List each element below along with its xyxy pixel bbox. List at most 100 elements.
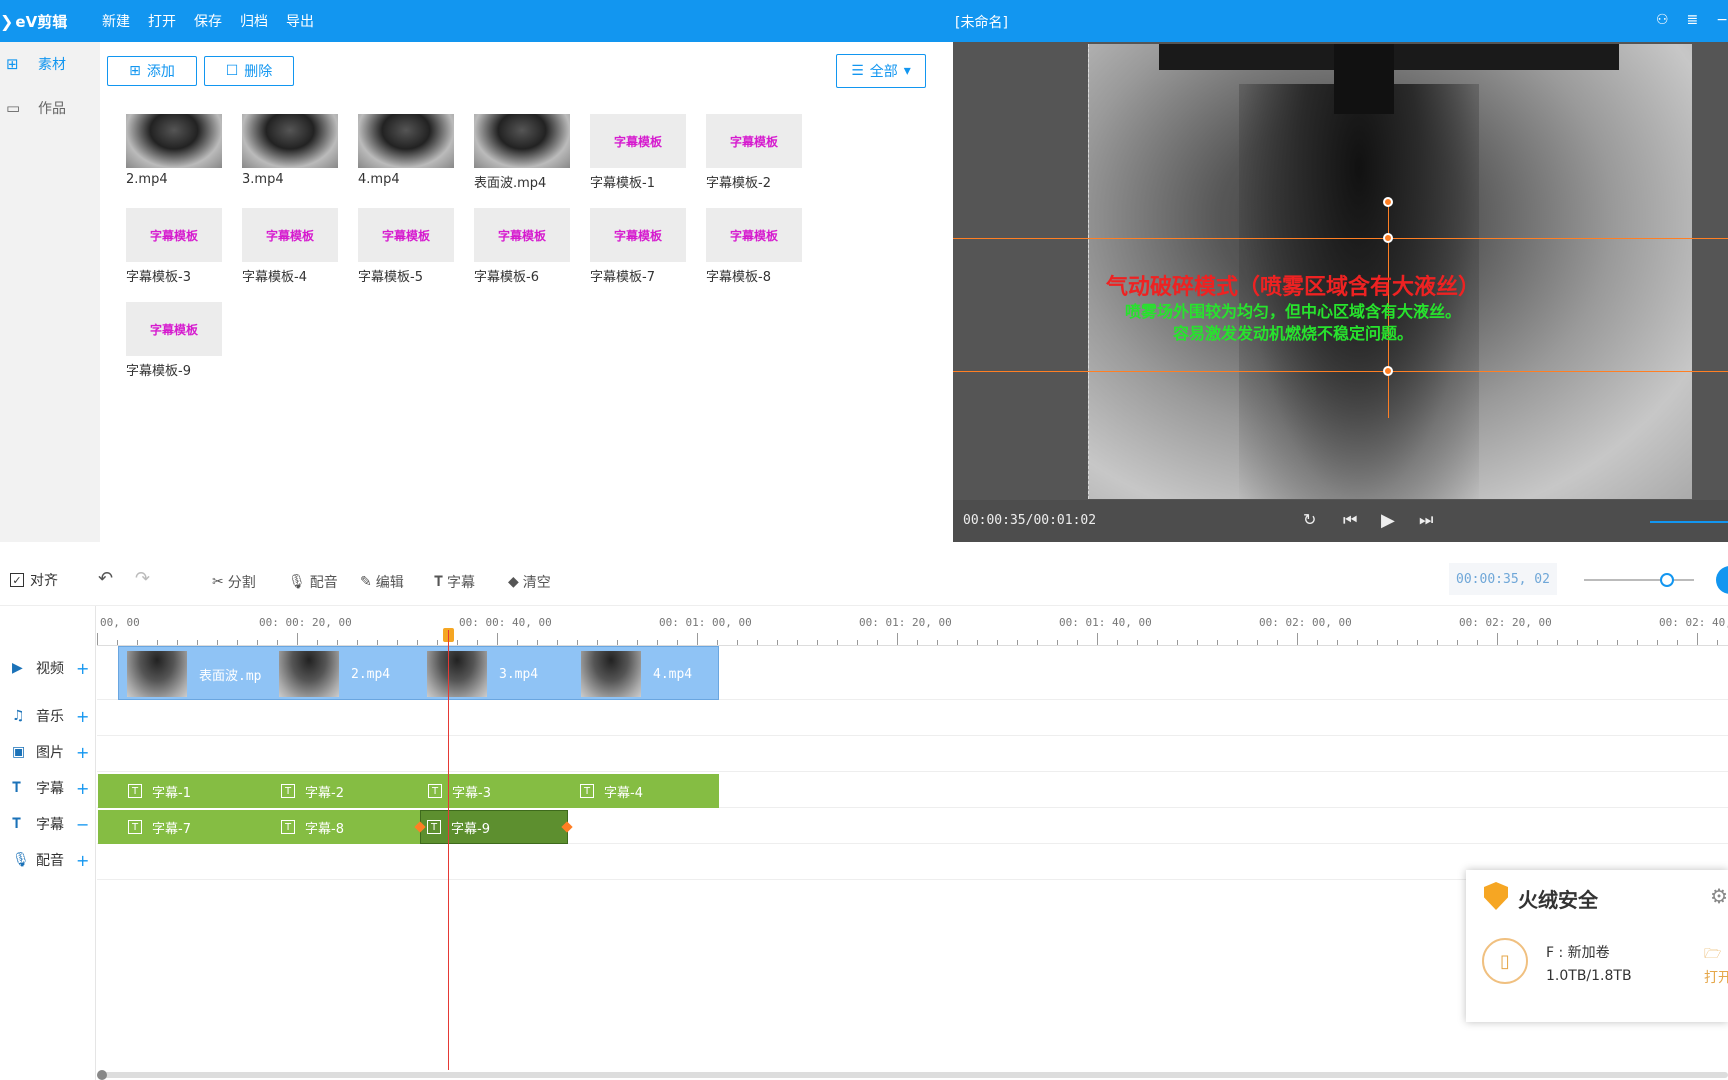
ruler-tick <box>937 640 938 645</box>
menu-archive[interactable]: 归档 <box>240 11 268 31</box>
media-item[interactable]: 字幕模板 字幕模板-1 <box>590 114 686 191</box>
align-checkbox[interactable]: ✓ 对齐 <box>10 570 58 590</box>
delete-label: 删除 <box>244 64 273 80</box>
ruler-tick <box>537 640 538 645</box>
media-item[interactable]: 3.mp4 <box>242 114 338 187</box>
media-item[interactable]: 字幕模板 字幕模板-6 <box>474 208 570 285</box>
remove-track-button[interactable]: − <box>76 815 89 834</box>
video-clip[interactable]: 3.mp4 <box>427 651 538 697</box>
ruler-tick <box>1337 640 1338 645</box>
media-item[interactable]: 字幕模板 字幕模板-7 <box>590 208 686 285</box>
subtitle-clip[interactable]: T 字幕-1 <box>128 774 191 808</box>
media-item[interactable]: 2.mp4 <box>126 114 222 187</box>
dropdown-icon[interactable]: ≣ <box>1687 12 1699 28</box>
minimize-icon[interactable]: − <box>1716 12 1728 28</box>
subtitle-clip[interactable]: T 字幕-8 <box>281 810 344 844</box>
checkbox-icon: ✓ <box>10 573 24 587</box>
media-item[interactable]: 字幕模板 字幕模板-5 <box>358 208 454 285</box>
filter-label: 全部 <box>869 64 898 80</box>
eraser-icon: ◆ <box>508 574 519 590</box>
video-preview: 气动破碎模式（喷雾区域含有大液丝） 喷雾场外围较为均匀，但中心区域含有大液丝。 … <box>953 42 1728 542</box>
sidebar-item-works[interactable]: ▭ 作品 <box>0 86 100 130</box>
add-track-button[interactable]: + <box>76 743 89 762</box>
ruler-tick <box>1557 640 1558 645</box>
menu-save[interactable]: 保存 <box>194 11 222 31</box>
add-track-button[interactable]: + <box>76 851 89 870</box>
clip-name: 字幕-3 <box>452 785 491 801</box>
text-icon: T <box>281 784 295 798</box>
clip-name: 3.mp4 <box>499 666 539 682</box>
track-header-subtitle-2: 𝐓 字幕 − <box>0 806 96 842</box>
user-icon[interactable]: ⚇ <box>1656 12 1669 28</box>
play-icon[interactable]: ▶ <box>1381 510 1395 531</box>
time-ruler[interactable]: 00, 00 00: 00: 20, 00 00: 00: 40, 00 00:… <box>97 606 1728 646</box>
add-track-button[interactable]: + <box>76 779 89 798</box>
video-thumbnail <box>474 114 570 168</box>
loop-icon[interactable]: ↻ <box>1303 510 1316 529</box>
text-icon: 𝐓 <box>434 574 444 590</box>
zoom-slider-knob[interactable] <box>1660 573 1674 587</box>
template-thumbnail: 字幕模板 <box>706 208 802 262</box>
menu-open[interactable]: 打开 <box>148 11 176 31</box>
ruler-tick <box>177 640 178 645</box>
next-icon[interactable]: ⏭ <box>1419 510 1433 530</box>
volume-slider[interactable] <box>1650 521 1728 523</box>
media-item[interactable]: 字幕模板 字幕模板-4 <box>242 208 338 285</box>
ruler-tick <box>397 640 398 645</box>
subtitle-clip[interactable]: T 字幕-2 <box>281 774 344 808</box>
video-clip[interactable]: 4.mp4 <box>581 651 692 697</box>
ruler-tick <box>957 640 958 645</box>
notification-title: 火绒安全 <box>1518 888 1598 912</box>
caption-box[interactable]: 气动破碎模式（喷雾区域含有大液丝） 喷雾场外围较为均匀，但中心区域含有大液丝。 … <box>1038 257 1548 379</box>
media-item[interactable]: 字幕模板 字幕模板-3 <box>126 208 222 285</box>
gear-icon[interactable]: ⚙ <box>1710 884 1728 908</box>
scrollbar-knob[interactable] <box>97 1070 107 1080</box>
split-button[interactable]: ✂ 分割 <box>212 572 256 592</box>
zoom-slider[interactable] <box>1584 579 1694 581</box>
ruler-tick <box>317 640 318 645</box>
subtitle-clip[interactable]: T 字幕-3 <box>428 774 491 808</box>
resize-handle-top[interactable] <box>1383 233 1393 243</box>
ruler-tick <box>477 640 478 645</box>
subtitle-clip[interactable]: T 字幕-7 <box>128 810 191 844</box>
image-track <box>97 736 1728 772</box>
delete-button[interactable]: ☐ 删除 <box>204 56 294 86</box>
usb-drive-icon: ▯ <box>1482 938 1528 984</box>
media-item[interactable]: 表面波.mp4 <box>474 114 570 191</box>
subtitle-clip[interactable]: T 字幕-4 <box>580 774 643 808</box>
video-thumbnail <box>358 114 454 168</box>
menu-export[interactable]: 导出 <box>286 11 314 31</box>
timeline-scrollbar[interactable] <box>97 1070 1728 1080</box>
edit-button[interactable]: ✎ 编辑 <box>360 572 404 592</box>
subtitle-clip-selected[interactable]: T 字幕-9 <box>420 810 568 844</box>
media-item[interactable]: 4.mp4 <box>358 114 454 187</box>
menu-new[interactable]: 新建 <box>102 11 130 31</box>
video-clip[interactable]: 表面波.mp <box>127 651 261 697</box>
open-drive-button[interactable]: 🗁 打开 <box>1704 942 1728 990</box>
clear-button[interactable]: ◆ 清空 <box>508 572 551 592</box>
media-item[interactable]: 字幕模板 字幕模板-9 <box>126 302 222 379</box>
zoom-button[interactable] <box>1716 566 1728 594</box>
rotate-handle[interactable] <box>1383 197 1393 207</box>
video-clip[interactable]: 2.mp4 <box>279 651 390 697</box>
dub-button[interactable]: 🎙 配音 <box>288 572 338 592</box>
add-track-button[interactable]: + <box>76 707 89 726</box>
subtitle-button[interactable]: 𝐓 字幕 <box>434 572 475 592</box>
grid-icon: ⊞ <box>6 55 19 73</box>
filter-dropdown[interactable]: ☰ 全部 ▾ <box>836 54 926 88</box>
add-track-button[interactable]: + <box>76 659 89 678</box>
redo-icon[interactable]: ↷ <box>135 568 150 589</box>
ruler-tick <box>777 640 778 645</box>
ruler-label: 00: 02: 00, 00 <box>1259 616 1352 629</box>
media-item[interactable]: 字幕模板 字幕模板-8 <box>706 208 802 285</box>
sidebar-item-material[interactable]: ⊞ 素材 <box>0 42 100 86</box>
pencil-icon: ✎ <box>360 574 372 590</box>
add-button[interactable]: ⊞ 添加 <box>107 56 197 86</box>
previous-icon[interactable]: ⏮ <box>1343 510 1357 530</box>
text-icon: 𝐓 <box>12 780 22 796</box>
undo-icon[interactable]: ↶ <box>98 568 113 589</box>
caption-body: 喷雾场外围较为均匀，但中心区域含有大液丝。 容易激发发动机燃烧不稳定问题。 <box>1038 301 1548 345</box>
playhead[interactable] <box>448 630 449 1070</box>
ruler-tick <box>137 640 138 645</box>
media-item[interactable]: 字幕模板 字幕模板-2 <box>706 114 802 191</box>
